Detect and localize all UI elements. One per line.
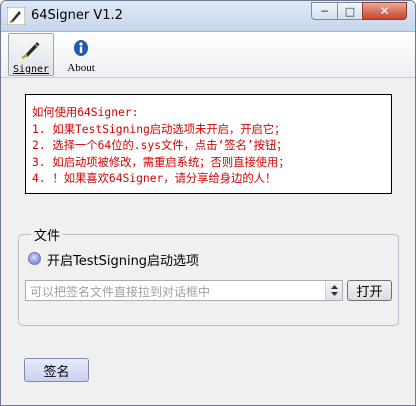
minimize-button[interactable]: ─ <box>311 2 338 20</box>
instruction-line-2: 2. 选择一个64位的.sys文件，点击‘签名’按钮； <box>32 139 288 152</box>
about-tool-label: About <box>67 62 95 74</box>
pen-icon <box>21 42 40 59</box>
open-file-button[interactable]: 打开 <box>347 280 392 301</box>
info-icon <box>74 40 88 56</box>
close-icon: ✕ <box>379 4 390 18</box>
file-groupbox: 文件 开启TestSigning启动选项 可以把签名文件直接拉到对话框中 打开 <box>18 225 399 326</box>
title-bar[interactable]: 64Signer V1.2 ─ □ ✕ <box>1 1 415 32</box>
window-title: 64Signer V1.2 <box>31 8 123 23</box>
close-button[interactable]: ✕ <box>362 2 407 20</box>
file-path-combobox[interactable]: 可以把签名文件直接拉到对话框中 <box>25 280 343 301</box>
instructions-box: 如何使用64Signer: 1. 如果TestSigning启动选项未开启，开启它… <box>25 94 392 194</box>
instruction-line-3: 3. 如启动项被修改，需重启系统；否则直接使用； <box>32 155 290 169</box>
minimize-icon: ─ <box>321 4 328 18</box>
app-window: 64Signer V1.2 ─ □ ✕ Signer About 如何使用64S… <box>0 0 416 406</box>
combo-dropdown-button[interactable] <box>325 281 342 300</box>
sign-button-label: 签名 <box>43 364 70 380</box>
testsigning-radio-label[interactable]: 开启TestSigning启动选项 <box>47 250 199 269</box>
file-path-placeholder: 可以把签名文件直接拉到对话框中 <box>30 285 211 299</box>
about-tool-button[interactable]: About <box>61 33 101 76</box>
file-group-title: 文件 <box>31 225 64 244</box>
maximize-button[interactable]: □ <box>337 2 363 20</box>
pen-app-icon <box>7 7 25 25</box>
instructions-heading: 如何使用64Signer: <box>32 106 139 119</box>
instruction-line-4: 4. ！如果喜欢64Signer，请分享给身边的人！ <box>32 172 277 185</box>
sign-button[interactable]: 签名 <box>24 358 89 382</box>
maximize-icon: □ <box>344 4 356 18</box>
instruction-line-1: 1. 如果TestSigning启动选项未开启，开启它； <box>32 122 286 136</box>
signer-tool-button[interactable]: Signer <box>8 33 54 76</box>
signer-tool-label: Signer <box>12 64 50 75</box>
testsigning-radio[interactable] <box>28 252 41 265</box>
toolbar: Signer About <box>1 32 415 78</box>
open-file-label: 打开 <box>356 285 383 300</box>
up-down-arrow-icon <box>330 285 338 296</box>
